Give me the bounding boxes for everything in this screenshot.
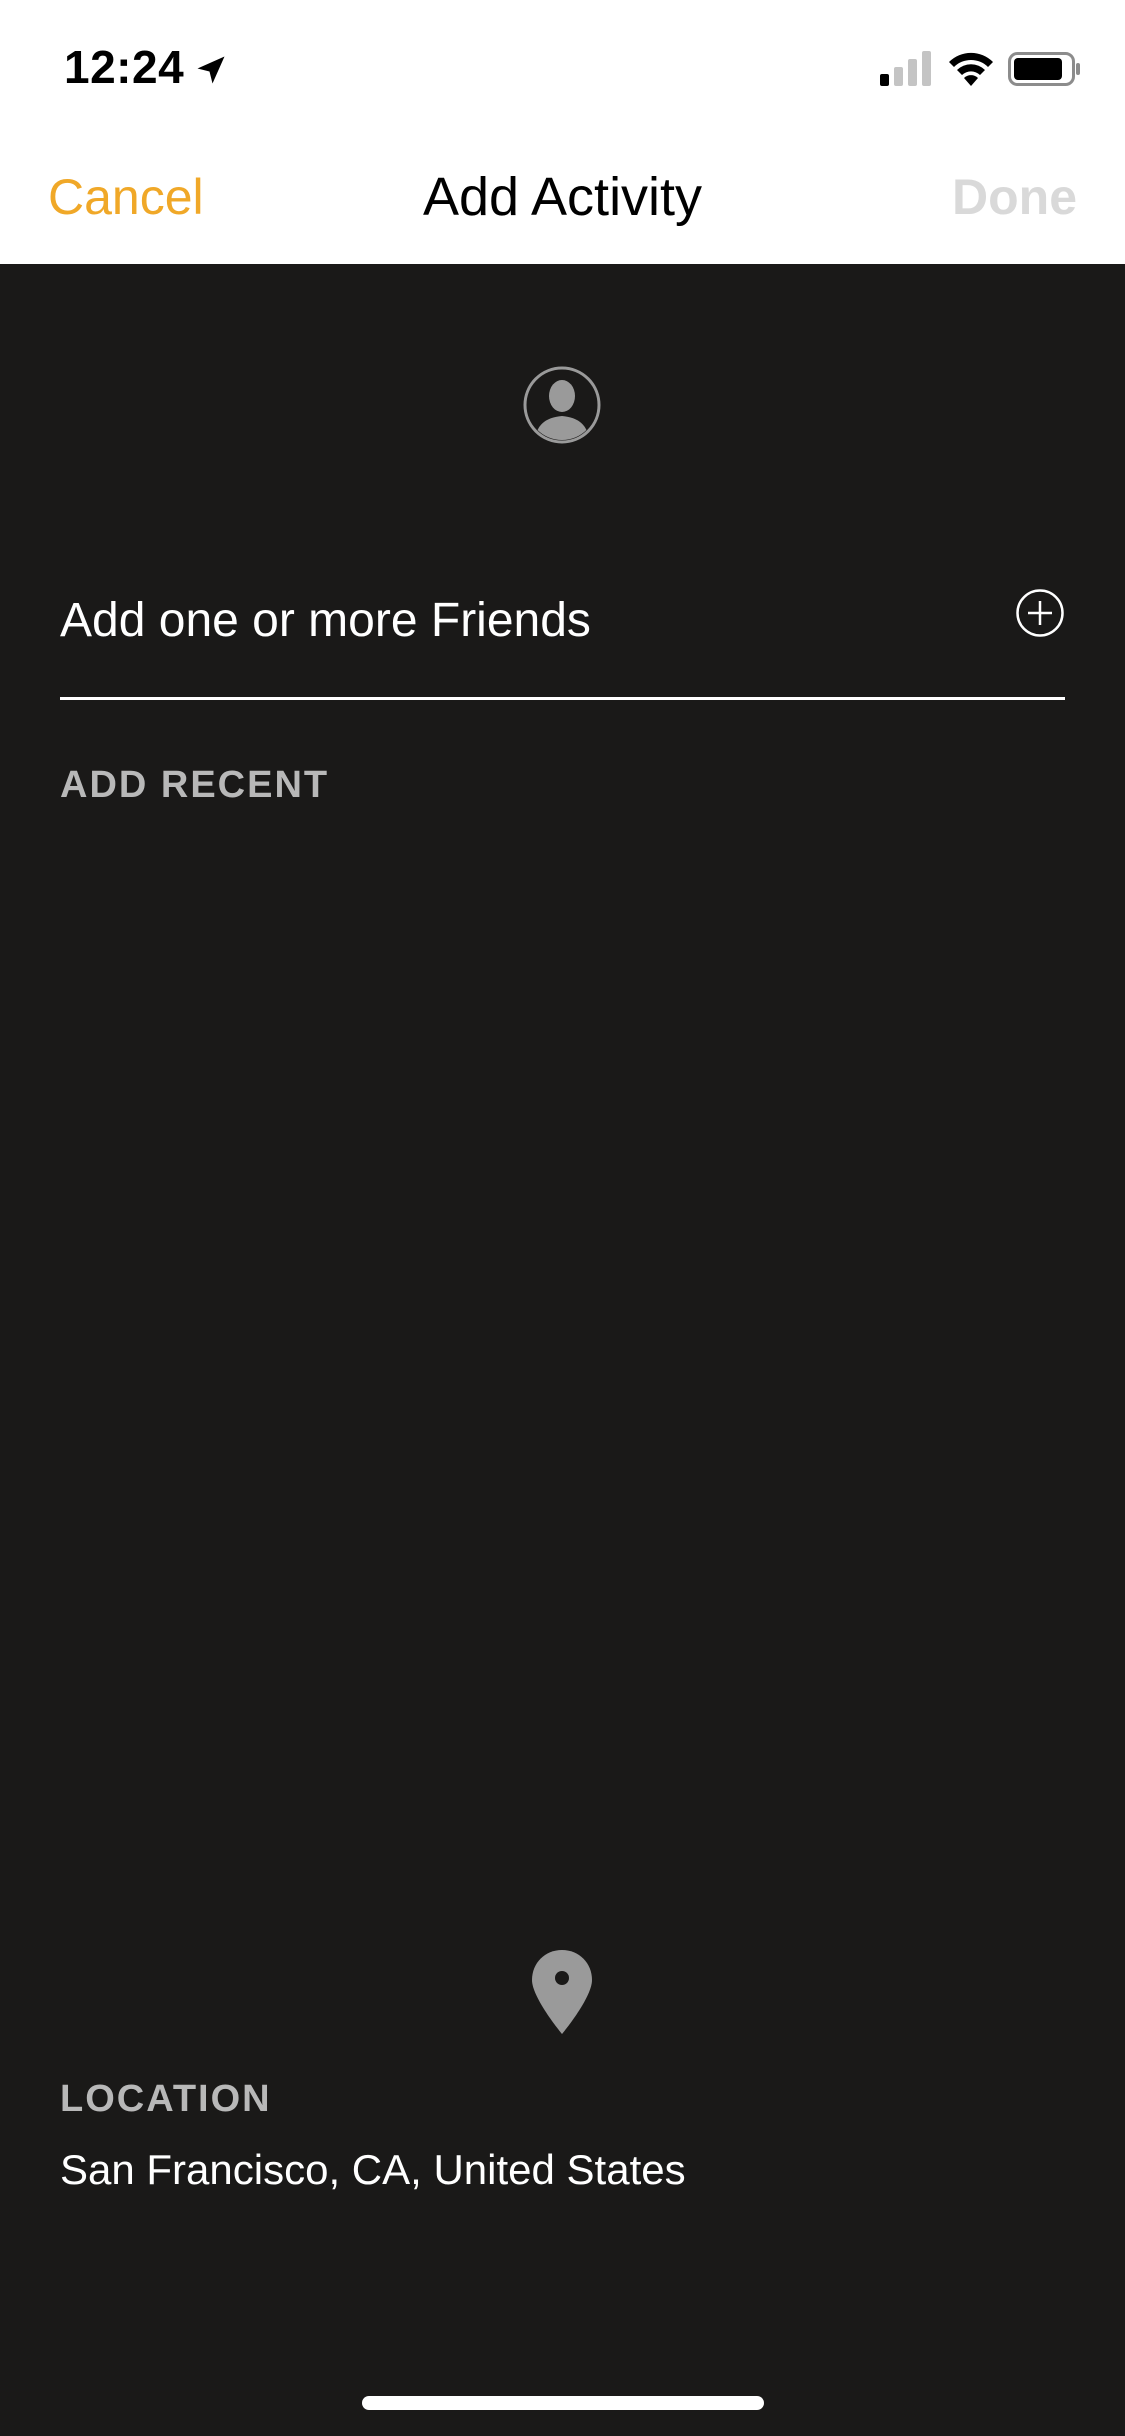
friends-input[interactable] [60, 580, 960, 660]
location-heading: LOCATION [60, 2078, 272, 2120]
home-indicator [362, 2396, 764, 2410]
map-pin-icon [532, 1950, 592, 2034]
cellular-signal-icon [880, 51, 931, 86]
battery-icon [1008, 52, 1080, 86]
done-button[interactable]: Done [952, 168, 1077, 226]
wifi-icon [949, 52, 993, 86]
cancel-button[interactable]: Cancel [48, 168, 204, 226]
friends-field[interactable] [60, 570, 1065, 700]
top-bar: 12:24 Cancel Add Activity Done [0, 0, 1125, 264]
location-arrow-icon [197, 56, 225, 84]
status-time: 12:24 [64, 41, 185, 93]
person-avatar-icon [523, 366, 601, 444]
plus-circle-icon[interactable] [1015, 588, 1065, 638]
add-recent-heading: ADD RECENT [60, 764, 330, 806]
location-value[interactable]: San Francisco, CA, United States [60, 2146, 686, 2194]
